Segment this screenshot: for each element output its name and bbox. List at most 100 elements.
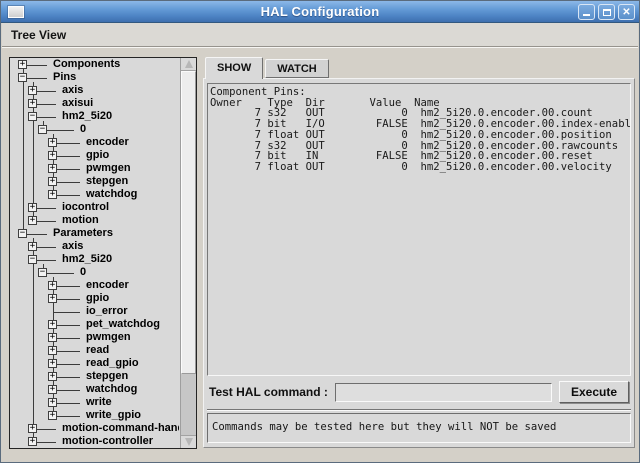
tree-connector-line — [53, 143, 80, 144]
tree-connector-line — [53, 416, 80, 417]
tree-expander-encoder[interactable]: + — [48, 281, 57, 290]
tree-expander-0[interactable]: − — [38, 125, 47, 134]
tree-item-pet_watchdog[interactable]: pet_watchdog — [86, 318, 160, 331]
tree-connector-line — [53, 325, 80, 326]
tree-expander-motion-controller[interactable]: + — [28, 437, 37, 446]
tree-connector-line — [53, 351, 80, 352]
tree-item-write_gpio[interactable]: write_gpio — [86, 409, 141, 422]
separator — [207, 409, 631, 411]
scrollbar-thumb[interactable] — [181, 71, 196, 374]
tree-connector-line — [53, 403, 80, 404]
tree-item-motion-command-handl[interactable]: motion-command-handl — [62, 422, 179, 435]
menubar: Tree View — [2, 23, 638, 47]
tree-item-axis[interactable]: axis — [62, 84, 83, 97]
tree-expander-hm2_5i20[interactable]: − — [28, 112, 37, 121]
tree-expander-axisui[interactable]: + — [28, 99, 37, 108]
close-button[interactable]: ✕ — [618, 4, 635, 20]
hal-command-input[interactable] — [335, 383, 552, 402]
scroll-down-button[interactable] — [181, 435, 196, 448]
tree-item-write[interactable]: write — [86, 396, 112, 409]
tree-connector-line — [53, 377, 80, 378]
tree-expander-encoder[interactable]: + — [48, 138, 57, 147]
tree-item-stepgen[interactable]: stepgen — [86, 175, 128, 188]
tab-watch[interactable]: WATCH — [265, 59, 329, 78]
tree-item-read_gpio[interactable]: read_gpio — [86, 357, 139, 370]
tree-expander-iocontrol[interactable]: + — [28, 203, 37, 212]
pin-list-box: Component Pins: Owner Type Dir Value Nam… — [207, 83, 631, 376]
tree-expander-gpio[interactable]: + — [48, 151, 57, 160]
tree-expander-0[interactable]: − — [38, 268, 47, 277]
tree-item-encoder[interactable]: encoder — [86, 279, 129, 292]
arrow-up-icon — [185, 56, 193, 68]
tree-item-axisui[interactable]: axisui — [62, 97, 93, 110]
tree-item-io_error[interactable]: io_error — [86, 305, 128, 318]
tree-item-0[interactable]: 0 — [80, 266, 86, 279]
menu-tree-view[interactable]: Tree View — [2, 25, 75, 45]
tree-expander-watchdog[interactable]: + — [48, 190, 57, 199]
tree-expander-Components[interactable]: + — [18, 60, 27, 69]
tree-item-Pins[interactable]: Pins — [53, 71, 76, 84]
hal-configuration-window: HAL Configuration ✕ Tree View + Component… — [0, 0, 640, 463]
tree-expander-axis[interactable]: + — [28, 86, 37, 95]
tree-expander-pet_watchdog[interactable]: + — [48, 320, 57, 329]
tree-connector-line — [43, 273, 74, 274]
tree-connector-line — [53, 195, 80, 196]
tree-item-stepgen[interactable]: stepgen — [86, 370, 128, 383]
window-title: HAL Configuration — [1, 4, 639, 19]
tree-connector-line — [53, 169, 80, 170]
tree-expander-motion[interactable]: + — [28, 216, 37, 225]
tree-expander-hm2_5i20[interactable]: − — [28, 255, 37, 264]
tree-scrollbar[interactable] — [180, 58, 196, 448]
tree-expander-stepgen[interactable]: + — [48, 177, 57, 186]
tree-expander-read[interactable]: + — [48, 346, 57, 355]
tree-item-pwmgen[interactable]: pwmgen — [86, 162, 131, 175]
tree-item-0[interactable]: 0 — [80, 123, 86, 136]
maximize-button[interactable] — [598, 4, 615, 20]
tree-item-gpio[interactable]: gpio — [86, 292, 109, 305]
tree-connector-line — [53, 156, 80, 157]
tree-connector-line — [53, 299, 80, 300]
tree-expander-write[interactable]: + — [48, 398, 57, 407]
tree-expander-write_gpio[interactable]: + — [48, 411, 57, 420]
tree-connector-line — [53, 182, 80, 183]
tree-item-motion[interactable]: motion — [62, 214, 99, 227]
tree-expander-Pins[interactable]: − — [18, 73, 27, 82]
pin-list: Component Pins: Owner Type Dir Value Nam… — [210, 87, 628, 173]
tree-expander-stepgen[interactable]: + — [48, 372, 57, 381]
tree-expander-axis[interactable]: + — [28, 242, 37, 251]
tree-item-Components[interactable]: Components — [53, 58, 120, 71]
tree-item-axis[interactable]: axis — [62, 240, 83, 253]
show-page: Component Pins: Owner Type Dir Value Nam… — [203, 78, 635, 448]
tree-item-motion-controller[interactable]: motion-controller — [62, 435, 153, 448]
tree-expander-read_gpio[interactable]: + — [48, 359, 57, 368]
minimize-button[interactable] — [578, 4, 595, 20]
tree-item-pwmgen[interactable]: pwmgen — [86, 331, 131, 344]
test-hal-command-label: Test HAL command : — [209, 385, 328, 399]
minimize-icon — [583, 14, 590, 16]
tree-expander-pwmgen[interactable]: + — [48, 164, 57, 173]
execute-button[interactable]: Execute — [559, 381, 629, 403]
tree-item-iocontrol[interactable]: iocontrol — [62, 201, 109, 214]
tree-connector-line — [23, 65, 24, 234]
tree-connector-line — [53, 338, 80, 339]
tree-expander-watchdog[interactable]: + — [48, 385, 57, 394]
tree-item-encoder[interactable]: encoder — [86, 136, 129, 149]
tree-connector-line — [53, 312, 80, 313]
tree-item-hm2_5i20[interactable]: hm2_5i20 — [62, 110, 112, 123]
tree-connector-line — [53, 286, 80, 287]
tree-item-hm2_5i20[interactable]: hm2_5i20 — [62, 253, 112, 266]
tree-expander-pwmgen[interactable]: + — [48, 333, 57, 342]
tab-show[interactable]: SHOW — [205, 57, 263, 79]
tree-expander-Parameters[interactable]: − — [18, 229, 27, 238]
tree-item-read[interactable]: read — [86, 344, 109, 357]
status-message: Commands may be tested here but they wil… — [212, 421, 556, 433]
titlebar[interactable]: HAL Configuration ✕ — [1, 1, 639, 23]
tree-item-watchdog[interactable]: watchdog — [86, 383, 137, 396]
tree-item-watchdog[interactable]: watchdog — [86, 188, 137, 201]
notebook: SHOWWATCH Component Pins: Owner Type Dir… — [203, 56, 635, 448]
scroll-up-button[interactable] — [181, 58, 196, 71]
tree-expander-gpio[interactable]: + — [48, 294, 57, 303]
tree-item-gpio[interactable]: gpio — [86, 149, 109, 162]
tree-item-Parameters[interactable]: Parameters — [53, 227, 113, 240]
tree-expander-motion-command-handl[interactable]: + — [28, 424, 37, 433]
